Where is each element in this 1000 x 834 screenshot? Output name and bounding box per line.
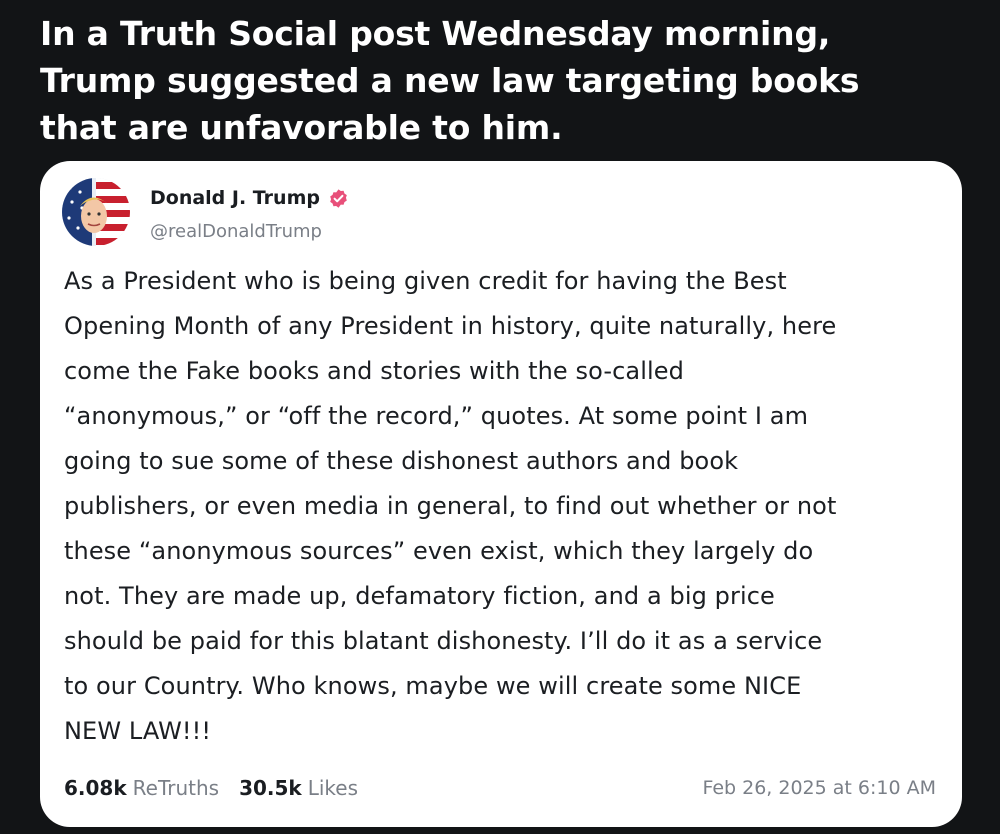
retruths-label: ReTruths	[132, 776, 220, 800]
post-text-line: going to sue some of these dishonest aut…	[64, 447, 739, 475]
post-text-line: “anonymous,” or “off the record,” quotes…	[64, 402, 809, 430]
post-card: Donald J. Trump @realDonaldTrump As a Pr…	[40, 161, 962, 827]
avatar-image	[62, 178, 130, 246]
headline-line: Trump suggested a new law targeting book…	[40, 61, 860, 100]
headline: In a Truth Social post Wednesday morning…	[40, 10, 960, 151]
headline-line: that are unfavorable to him.	[40, 108, 563, 147]
post-text-line: come the Fake books and stories with the…	[64, 357, 684, 385]
headline-line: In a Truth Social post Wednesday morning…	[40, 14, 831, 53]
post-text-line: these “anonymous sources” even exist, wh…	[64, 537, 814, 565]
post-text-line: NEW LAW!!!	[64, 717, 212, 745]
verified-badge-icon	[328, 188, 349, 209]
profile-avatar[interactable]	[62, 178, 130, 246]
likes-stat[interactable]: 30.5k Likes	[239, 776, 358, 800]
post-stats: 6.08k ReTruths 30.5k Likes	[64, 773, 358, 803]
post-text-line: publishers, or even media in general, to…	[64, 492, 837, 520]
post-text-line: should be paid for this blatant dishones…	[64, 627, 823, 655]
author-handle[interactable]: @realDonaldTrump	[150, 221, 322, 242]
post-body: As a President who is being given credit…	[64, 259, 954, 754]
likes-label: Likes	[307, 776, 359, 800]
post-text-line: As a President who is being given credit…	[64, 267, 787, 295]
retruths-stat[interactable]: 6.08k ReTruths	[64, 776, 219, 800]
post-timestamp[interactable]: Feb 26, 2025 at 6:10 AM	[702, 773, 936, 803]
likes-count: 30.5k	[239, 776, 302, 800]
author-display-name[interactable]: Donald J. Trump	[150, 187, 320, 209]
post-text-line: not. They are made up, defamatory fictio…	[64, 582, 775, 610]
retruths-count: 6.08k	[64, 776, 127, 800]
post-text-line: to our Country. Who knows, maybe we will…	[64, 672, 802, 700]
author-name-row[interactable]: Donald J. Trump	[150, 185, 349, 211]
post-text-line: Opening Month of any President in histor…	[64, 312, 837, 340]
